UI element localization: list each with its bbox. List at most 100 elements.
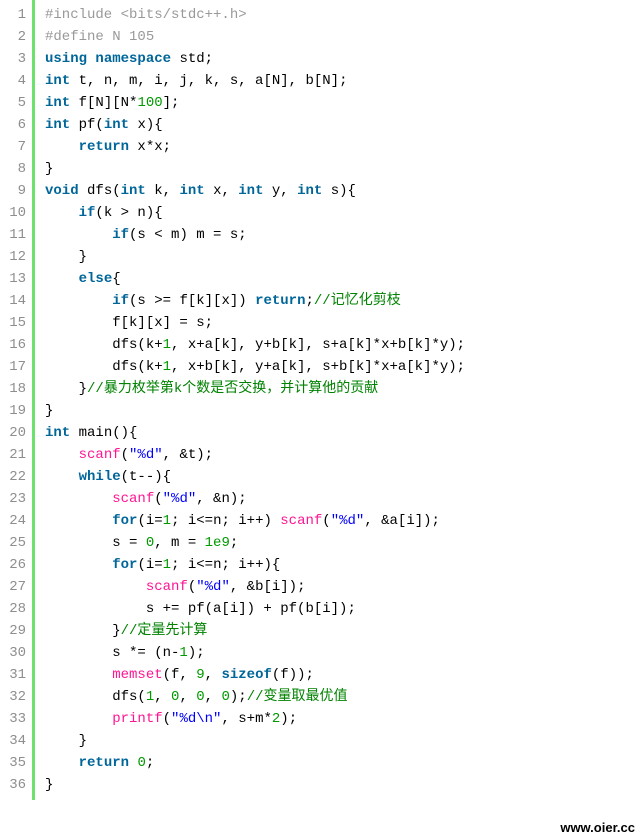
code-token: return <box>79 139 129 155</box>
code-token: ; i<=n; i++){ <box>171 557 280 573</box>
code-token: int <box>45 425 70 441</box>
code-token: , x+a[k], y+b[k], s+a[k]*x+b[k]*y); <box>171 337 465 353</box>
code-token: t, n, m, i, j, k, s, a[N], b[N]; <box>70 73 347 89</box>
code-token <box>45 755 79 771</box>
line-number: 34 <box>2 730 26 752</box>
line-number: 33 <box>2 708 26 730</box>
code-token <box>45 513 112 529</box>
line-number: 12 <box>2 246 26 268</box>
code-token: ; <box>305 293 313 309</box>
code-token: , x+b[k], y+a[k], s+b[k]*x+a[k]*y); <box>171 359 465 375</box>
code-token <box>45 293 112 309</box>
code-token: for <box>112 557 137 573</box>
code-token: f[N][N* <box>70 95 137 111</box>
code-token: //变量取最优值 <box>247 689 348 705</box>
code-line: dfs(1, 0, 0, 0);//变量取最优值 <box>45 686 643 708</box>
code-line: memset(f, 9, sizeof(f)); <box>45 664 643 686</box>
code-token: 1 <box>163 337 171 353</box>
code-line: for(i=1; i<=n; i++){ <box>45 554 643 576</box>
code-line: s = 0, m = 1e9; <box>45 532 643 554</box>
line-number: 23 <box>2 488 26 510</box>
code-token: if <box>112 227 129 243</box>
code-token: (t--){ <box>121 469 171 485</box>
code-token: //暴力枚举第k个数是否交换，并计算他的贡献 <box>87 381 378 397</box>
code-line: } <box>45 774 643 796</box>
code-token: ( <box>121 447 129 463</box>
line-number: 25 <box>2 532 26 554</box>
code-token: s){ <box>322 183 356 199</box>
code-line: s *= (n-1); <box>45 642 643 664</box>
line-number: 1 <box>2 4 26 26</box>
code-line: printf("%d\n", s+m*2); <box>45 708 643 730</box>
code-line: s += pf(a[i]) + pf(b[i]); <box>45 598 643 620</box>
code-token: s *= (n- <box>45 645 179 661</box>
code-token: (i= <box>137 513 162 529</box>
code-token: , &a[i]); <box>364 513 440 529</box>
code-token: { <box>112 271 120 287</box>
code-token: (k > n){ <box>95 205 162 221</box>
code-token: f[k][x] = s; <box>45 315 213 331</box>
code-token: x){ <box>129 117 163 133</box>
code-token: } <box>45 161 53 177</box>
code-token: , <box>205 689 222 705</box>
line-number: 7 <box>2 136 26 158</box>
code-line: int f[N][N*100]; <box>45 92 643 114</box>
line-number: 19 <box>2 400 26 422</box>
code-token: scanf <box>280 513 322 529</box>
code-token: int <box>45 95 70 111</box>
code-token: "%d" <box>129 447 163 463</box>
code-token: return <box>79 755 129 771</box>
code-token: y, <box>264 183 298 199</box>
code-token: 1e9 <box>205 535 230 551</box>
line-number: 17 <box>2 356 26 378</box>
code-token: ; <box>146 755 154 771</box>
line-number: 15 <box>2 312 26 334</box>
line-number: 22 <box>2 466 26 488</box>
code-line: int main(){ <box>45 422 643 444</box>
code-line: } <box>45 158 643 180</box>
code-line: #define N 105 <box>45 26 643 48</box>
code-token: ; <box>230 535 238 551</box>
code-token: sizeof <box>221 667 271 683</box>
line-number: 16 <box>2 334 26 356</box>
code-token: , <box>179 689 196 705</box>
code-token: } <box>45 381 87 397</box>
code-token: int <box>121 183 146 199</box>
code-token: } <box>45 777 53 793</box>
code-token: if <box>112 293 129 309</box>
code-token: dfs( <box>79 183 121 199</box>
code-line: scanf("%d", &t); <box>45 444 643 466</box>
code-token: dfs(k+ <box>45 337 163 353</box>
line-number: 11 <box>2 224 26 246</box>
code-token: int <box>179 183 204 199</box>
code-token: x*x; <box>129 139 171 155</box>
code-line: if(s >= f[k][x]) return;//记忆化剪枝 <box>45 290 643 312</box>
code-token: ]; <box>163 95 180 111</box>
code-token: ( <box>163 711 171 727</box>
line-number: 6 <box>2 114 26 136</box>
line-number: 29 <box>2 620 26 642</box>
code-line: } <box>45 730 643 752</box>
code-token: s += pf(a[i]) + pf(b[i]); <box>45 601 356 617</box>
line-number: 2 <box>2 26 26 48</box>
code-token: pf( <box>70 117 104 133</box>
code-token: 1 <box>163 359 171 375</box>
code-token: (s >= f[k][x]) <box>129 293 255 309</box>
code-token: , &t); <box>163 447 213 463</box>
line-number: 28 <box>2 598 26 620</box>
code-token: memset <box>112 667 162 683</box>
code-line: f[k][x] = s; <box>45 312 643 334</box>
code-token: int <box>238 183 263 199</box>
code-token: dfs(k+ <box>45 359 163 375</box>
code-token: int <box>45 117 70 133</box>
code-token: main(){ <box>70 425 137 441</box>
code-token: using <box>45 51 87 67</box>
code-token: "%d" <box>163 491 197 507</box>
code-token: "%d" <box>196 579 230 595</box>
code-line: dfs(k+1, x+b[k], y+a[k], s+b[k]*x+a[k]*y… <box>45 356 643 378</box>
line-number: 36 <box>2 774 26 796</box>
watermark: www.oier.cc <box>560 820 635 835</box>
code-token <box>45 271 79 287</box>
code-line: if(k > n){ <box>45 202 643 224</box>
code-line: using namespace std; <box>45 48 643 70</box>
